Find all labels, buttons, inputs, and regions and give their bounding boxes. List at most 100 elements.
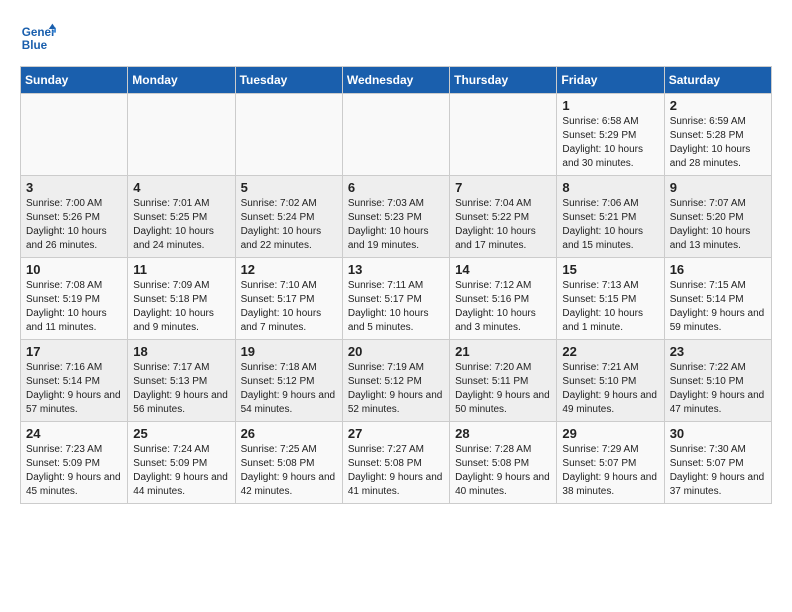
day-cell: 7 Sunrise: 7:04 AM Sunset: 5:22 PM Daylig… <box>450 176 557 258</box>
day-cell: 23 Sunrise: 7:22 AM Sunset: 5:10 PM Dayli… <box>664 340 771 422</box>
day-cell: 9 Sunrise: 7:07 AM Sunset: 5:20 PM Daylig… <box>664 176 771 258</box>
week-row-3: 17 Sunrise: 7:16 AM Sunset: 5:14 PM Dayli… <box>21 340 772 422</box>
day-number: 12 <box>241 262 337 277</box>
day-cell: 18Sunrise: 7:17 AM Sunset: 5:13 PM Dayli… <box>128 340 235 422</box>
header-row: SundayMondayTuesdayWednesdayThursdayFrid… <box>21 67 772 94</box>
day-info: Sunrise: 7:15 AM Sunset: 5:14 PM Dayligh… <box>670 279 766 335</box>
day-cell <box>450 94 557 176</box>
day-cell: 22 Sunrise: 7:21 AM Sunset: 5:10 PM Dayli… <box>557 340 664 422</box>
day-cell: 11 Sunrise: 7:09 AM Sunset: 5:18 PM Dayli… <box>128 258 235 340</box>
day-cell: 27Sunrise: 7:27 AM Sunset: 5:08 PM Dayli… <box>342 422 449 504</box>
day-number: 26 <box>241 426 337 441</box>
day-info: Sunrise: 7:06 AM Sunset: 5:21 PM Dayligh… <box>562 197 658 253</box>
day-number: 14 <box>455 262 551 277</box>
day-cell: 30 Sunrise: 7:30 AM Sunset: 5:07 PM Dayli… <box>664 422 771 504</box>
header-cell-friday: Friday <box>557 67 664 94</box>
day-number: 18 <box>133 344 229 359</box>
day-cell: 24 Sunrise: 7:23 AM Sunset: 5:09 PM Dayli… <box>21 422 128 504</box>
day-info: Sunrise: 7:16 AM Sunset: 5:14 PM Dayligh… <box>26 361 122 417</box>
day-number: 25 <box>133 426 229 441</box>
header-cell-wednesday: Wednesday <box>342 67 449 94</box>
day-number: 20 <box>348 344 444 359</box>
day-cell <box>235 94 342 176</box>
day-cell: 29 Sunrise: 7:29 AM Sunset: 5:07 PM Dayli… <box>557 422 664 504</box>
day-info: Sunrise: 7:19 AM Sunset: 5:12 PM Dayligh… <box>348 361 444 417</box>
day-number: 5 <box>241 180 337 195</box>
day-cell: 6 Sunrise: 7:03 AM Sunset: 5:23 PM Daylig… <box>342 176 449 258</box>
day-info: Sunrise: 7:03 AM Sunset: 5:23 PM Dayligh… <box>348 197 444 253</box>
day-cell: 1Sunrise: 6:58 AM Sunset: 5:29 PM Daylig… <box>557 94 664 176</box>
day-number: 4 <box>133 180 229 195</box>
header-cell-sunday: Sunday <box>21 67 128 94</box>
day-number: 13 <box>348 262 444 277</box>
header-cell-monday: Monday <box>128 67 235 94</box>
day-cell: 16 Sunrise: 7:15 AM Sunset: 5:14 PM Dayli… <box>664 258 771 340</box>
day-number: 11 <box>133 262 229 277</box>
day-number: 10 <box>26 262 122 277</box>
day-cell: 4Sunrise: 7:01 AM Sunset: 5:25 PM Daylig… <box>128 176 235 258</box>
day-number: 8 <box>562 180 658 195</box>
day-cell: 26 Sunrise: 7:25 AM Sunset: 5:08 PM Dayli… <box>235 422 342 504</box>
week-row-1: 3 Sunrise: 7:00 AM Sunset: 5:26 PM Daylig… <box>21 176 772 258</box>
day-cell: 13 Sunrise: 7:11 AM Sunset: 5:17 PM Dayli… <box>342 258 449 340</box>
day-number: 22 <box>562 344 658 359</box>
day-number: 30 <box>670 426 766 441</box>
day-info: Sunrise: 7:11 AM Sunset: 5:17 PM Dayligh… <box>348 279 444 335</box>
day-number: 16 <box>670 262 766 277</box>
day-cell: 5 Sunrise: 7:02 AM Sunset: 5:24 PM Daylig… <box>235 176 342 258</box>
day-info: Sunrise: 6:59 AM Sunset: 5:28 PM Dayligh… <box>670 115 766 171</box>
day-cell: 2Sunrise: 6:59 AM Sunset: 5:28 PM Daylig… <box>664 94 771 176</box>
day-info: Sunrise: 7:30 AM Sunset: 5:07 PM Dayligh… <box>670 443 766 499</box>
logo-icon: General Blue <box>20 20 56 56</box>
day-number: 9 <box>670 180 766 195</box>
day-cell: 14 Sunrise: 7:12 AM Sunset: 5:16 PM Dayli… <box>450 258 557 340</box>
day-cell: 12 Sunrise: 7:10 AM Sunset: 5:17 PM Dayli… <box>235 258 342 340</box>
day-info: Sunrise: 7:02 AM Sunset: 5:24 PM Dayligh… <box>241 197 337 253</box>
header: General Blue <box>20 20 772 56</box>
day-cell <box>21 94 128 176</box>
day-number: 7 <box>455 180 551 195</box>
day-cell <box>128 94 235 176</box>
day-number: 1 <box>562 98 658 113</box>
day-info: Sunrise: 7:29 AM Sunset: 5:07 PM Dayligh… <box>562 443 658 499</box>
day-info: Sunrise: 7:07 AM Sunset: 5:20 PM Dayligh… <box>670 197 766 253</box>
day-info: Sunrise: 7:28 AM Sunset: 5:08 PM Dayligh… <box>455 443 551 499</box>
day-info: Sunrise: 7:18 AM Sunset: 5:12 PM Dayligh… <box>241 361 337 417</box>
day-cell: 20 Sunrise: 7:19 AM Sunset: 5:12 PM Dayli… <box>342 340 449 422</box>
day-number: 29 <box>562 426 658 441</box>
day-info: Sunrise: 7:23 AM Sunset: 5:09 PM Dayligh… <box>26 443 122 499</box>
day-info: Sunrise: 7:21 AM Sunset: 5:10 PM Dayligh… <box>562 361 658 417</box>
day-number: 6 <box>348 180 444 195</box>
day-info: Sunrise: 7:00 AM Sunset: 5:26 PM Dayligh… <box>26 197 122 253</box>
calendar-header: SundayMondayTuesdayWednesdayThursdayFrid… <box>21 67 772 94</box>
calendar-body: 1Sunrise: 6:58 AM Sunset: 5:29 PM Daylig… <box>21 94 772 504</box>
day-info: Sunrise: 7:25 AM Sunset: 5:08 PM Dayligh… <box>241 443 337 499</box>
day-number: 24 <box>26 426 122 441</box>
day-cell: 17 Sunrise: 7:16 AM Sunset: 5:14 PM Dayli… <box>21 340 128 422</box>
day-number: 17 <box>26 344 122 359</box>
day-info: Sunrise: 7:04 AM Sunset: 5:22 PM Dayligh… <box>455 197 551 253</box>
day-info: Sunrise: 7:12 AM Sunset: 5:16 PM Dayligh… <box>455 279 551 335</box>
day-info: Sunrise: 7:09 AM Sunset: 5:18 PM Dayligh… <box>133 279 229 335</box>
day-cell: 21 Sunrise: 7:20 AM Sunset: 5:11 PM Dayli… <box>450 340 557 422</box>
day-info: Sunrise: 7:20 AM Sunset: 5:11 PM Dayligh… <box>455 361 551 417</box>
day-number: 28 <box>455 426 551 441</box>
day-cell: 8 Sunrise: 7:06 AM Sunset: 5:21 PM Daylig… <box>557 176 664 258</box>
day-cell: 25 Sunrise: 7:24 AM Sunset: 5:09 PM Dayli… <box>128 422 235 504</box>
day-info: Sunrise: 7:08 AM Sunset: 5:19 PM Dayligh… <box>26 279 122 335</box>
day-info: Sunrise: 7:27 AM Sunset: 5:08 PM Dayligh… <box>348 443 444 499</box>
day-cell <box>342 94 449 176</box>
day-info: Sunrise: 7:22 AM Sunset: 5:10 PM Dayligh… <box>670 361 766 417</box>
logo: General Blue <box>20 20 60 56</box>
svg-text:Blue: Blue <box>22 39 48 52</box>
day-number: 3 <box>26 180 122 195</box>
header-cell-tuesday: Tuesday <box>235 67 342 94</box>
day-cell: 19 Sunrise: 7:18 AM Sunset: 5:12 PM Dayli… <box>235 340 342 422</box>
day-info: Sunrise: 7:10 AM Sunset: 5:17 PM Dayligh… <box>241 279 337 335</box>
day-number: 21 <box>455 344 551 359</box>
day-number: 23 <box>670 344 766 359</box>
week-row-2: 10 Sunrise: 7:08 AM Sunset: 5:19 PM Dayli… <box>21 258 772 340</box>
day-number: 19 <box>241 344 337 359</box>
day-info: Sunrise: 7:24 AM Sunset: 5:09 PM Dayligh… <box>133 443 229 499</box>
day-number: 15 <box>562 262 658 277</box>
